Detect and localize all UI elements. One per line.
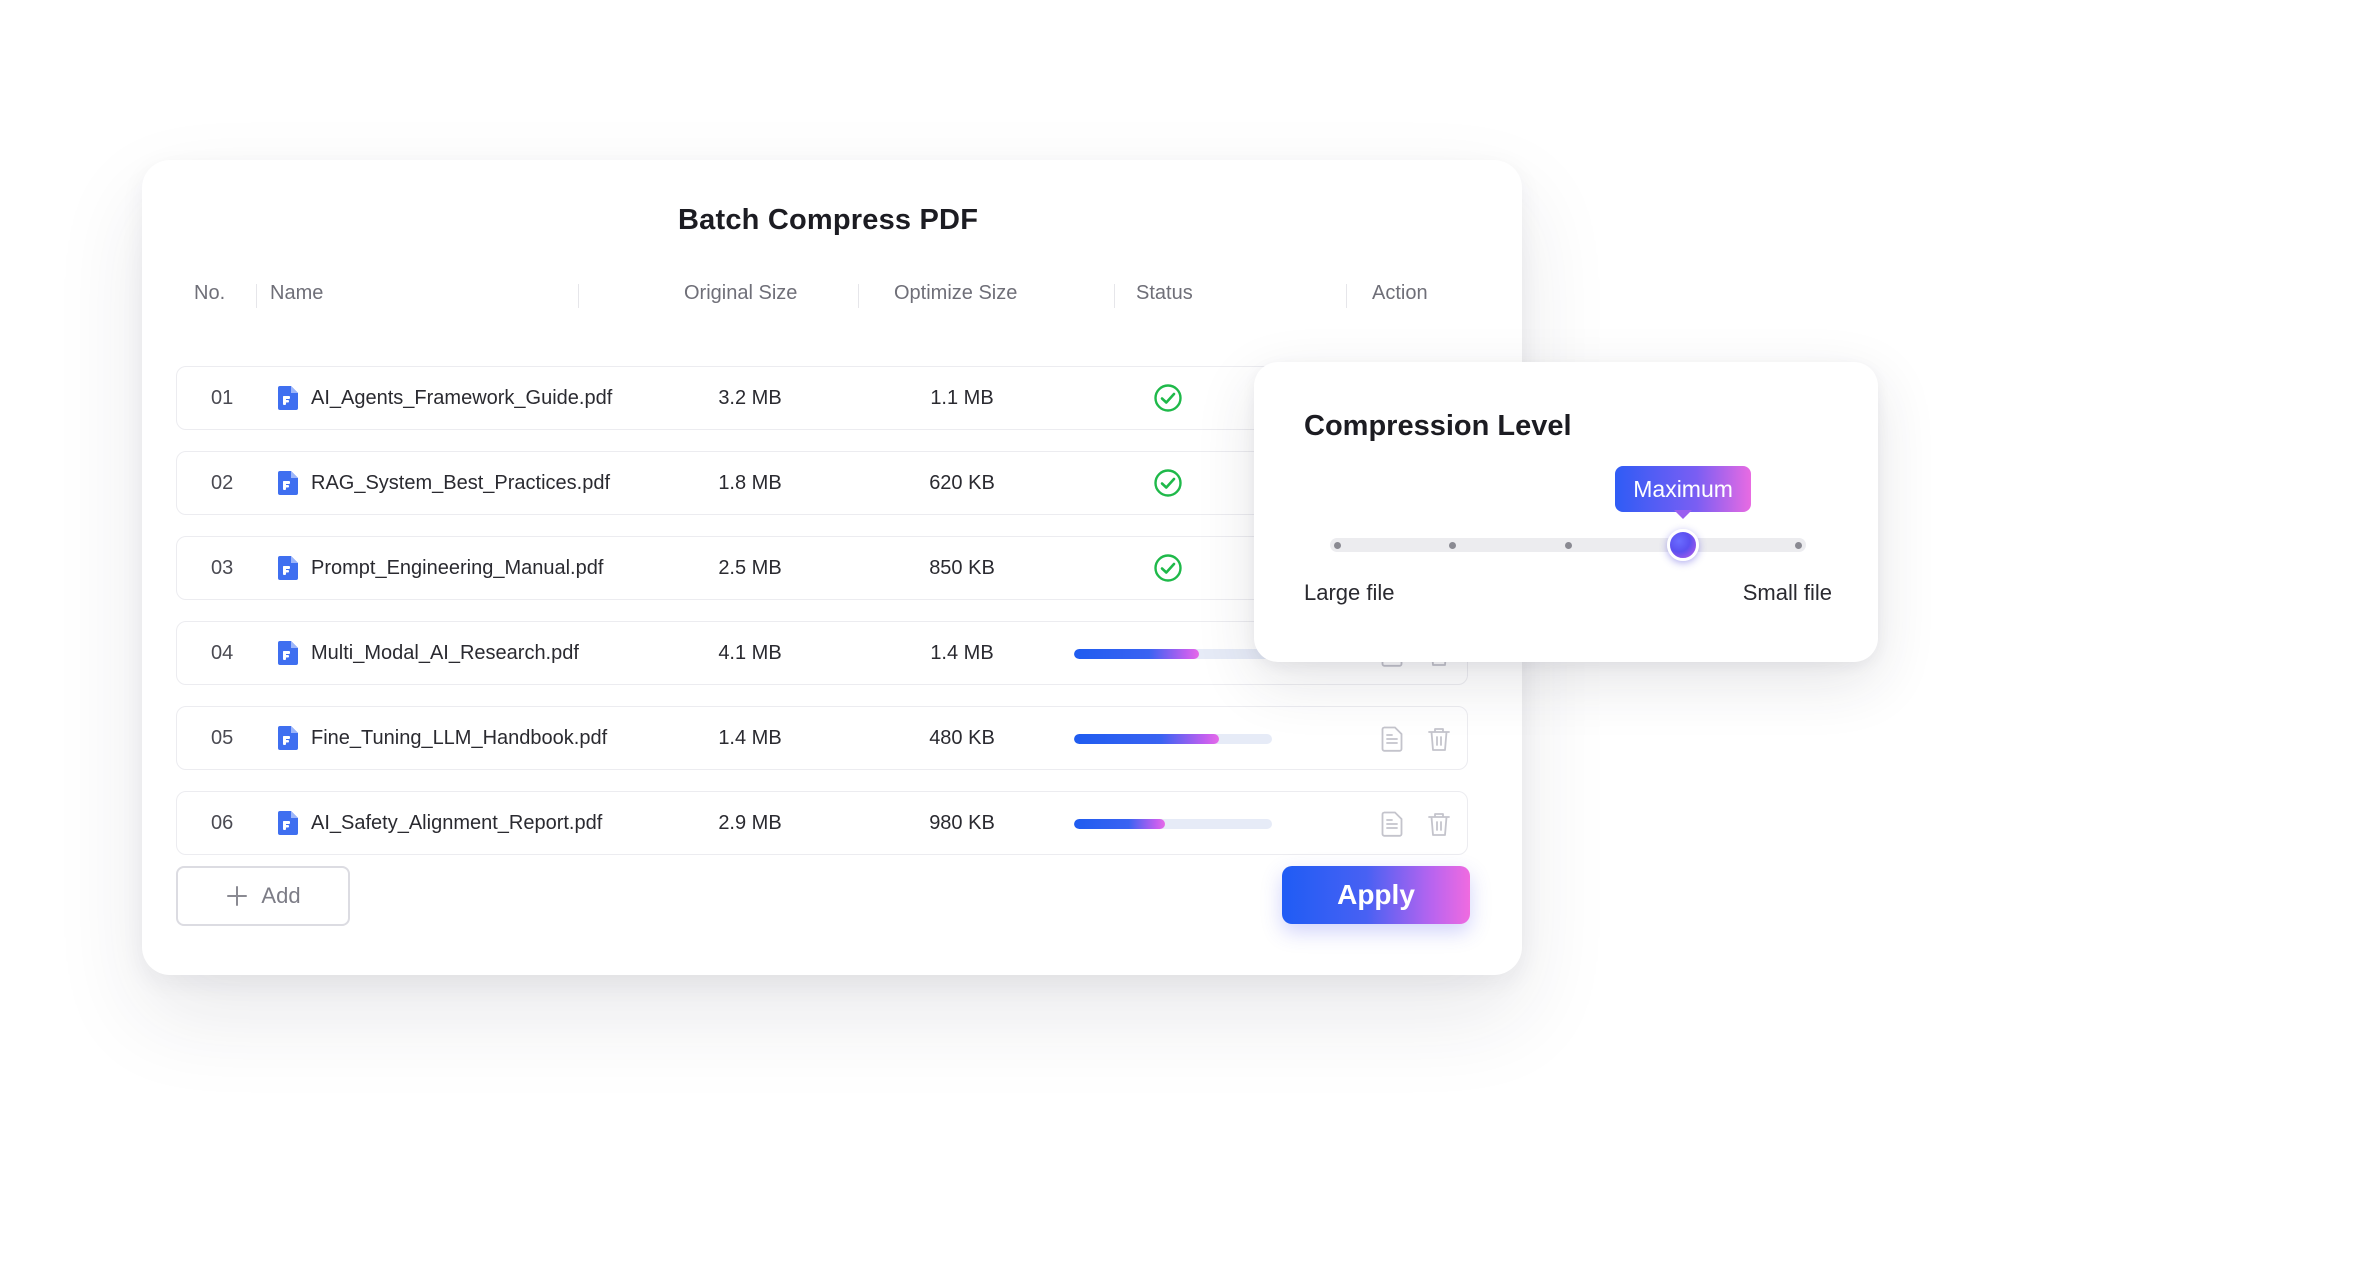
progress-bar [1074,819,1272,829]
file-name: Prompt_Engineering_Manual.pdf [311,556,604,579]
table-header: No. Name Original Size Optimize Size Sta… [142,278,1522,314]
original-size: 4.1 MB [718,642,782,664]
tooltip-arrow [1674,510,1693,519]
file-name: Fine_Tuning_LLM_Handbook.pdf [311,726,608,749]
slider-tick[interactable] [1564,542,1572,549]
original-size: 1.4 MB [718,727,782,749]
header-divider [256,284,257,308]
optimize-size: 480 KB [929,727,995,749]
original-size: 1.8 MB [718,472,782,494]
header-status: Status [1136,282,1193,304]
row-number: 05 [211,727,234,749]
header-original-size: Original Size [684,282,798,304]
header-name: Name [270,282,324,304]
row-number: 01 [211,387,234,409]
header-divider [858,284,859,308]
row-number: 03 [211,557,234,579]
stage: Batch Compress PDF No. Name Original Siz… [0,0,2370,1286]
file-name: AI_Agents_Framework_Guide.pdf [311,386,613,409]
slider-knob[interactable] [1667,529,1700,561]
slider-max-label: Small file [1742,580,1832,605]
file-name-cell: Multi_Modal_AI_Research.pdf [277,640,579,666]
file-name: RAG_System_Best_Practices.pdf [311,471,611,494]
row-number: 04 [211,642,234,664]
document-icon[interactable] [1381,726,1403,758]
header-divider [1346,284,1347,308]
apply-button[interactable]: Apply [1282,866,1470,924]
file-name-cell: Prompt_Engineering_Manual.pdf [277,555,603,581]
check-circle-icon [1153,383,1183,419]
pdf-file-icon [277,640,299,666]
optimize-size: 620 KB [929,472,995,494]
file-name-cell: AI_Safety_Alignment_Report.pdf [277,810,602,836]
compression-level-popover: Compression Level Maximum Large file Sma… [1254,362,1878,662]
pdf-file-icon [277,725,299,751]
pdf-file-icon [277,810,299,836]
trash-icon[interactable] [1427,726,1451,758]
plus-icon [227,886,248,906]
compression-title: Compression Level [1304,410,1572,442]
slider-min-label: Large file [1304,580,1395,605]
add-button-label: Add [261,883,301,908]
document-icon[interactable] [1381,811,1403,843]
original-size: 2.5 MB [718,557,782,579]
level-tooltip: Maximum [1615,466,1751,512]
add-button[interactable]: Add [176,866,350,926]
panel-title: Batch Compress PDF [678,204,979,236]
optimize-size: 1.1 MB [930,387,994,409]
progress-fill [1074,649,1199,659]
table-row[interactable]: 05 Fine_Tuning_LLM_Handbook.pdf 1.4 MB 480 … [176,706,1468,770]
optimize-size: 980 KB [929,812,995,834]
slider-tick[interactable] [1449,542,1457,549]
compression-slider[interactable] [1330,529,1806,561]
progress-fill [1074,819,1166,829]
row-number: 06 [211,812,234,834]
progress-bar [1074,734,1272,744]
progress-bar [1074,649,1272,659]
slider-tick[interactable] [1334,542,1341,549]
header-action: Action [1372,282,1428,304]
pdf-file-icon [277,555,299,581]
pdf-file-icon [277,470,299,496]
header-optimize-size: Optimize Size [894,282,1018,304]
file-name: Multi_Modal_AI_Research.pdf [311,641,579,664]
trash-icon[interactable] [1427,811,1451,843]
file-name: AI_Safety_Alignment_Report.pdf [311,811,603,834]
optimize-size: 850 KB [929,557,995,579]
original-size: 3.2 MB [718,387,782,409]
original-size: 2.9 MB [718,812,782,834]
table-row[interactable]: 06 AI_Safety_Alignment_Report.pdf 2.9 MB 98… [176,791,1468,855]
pdf-file-icon [277,385,299,411]
file-name-cell: AI_Agents_Framework_Guide.pdf [277,385,612,411]
slider-tick[interactable] [1795,542,1802,549]
check-circle-icon [1153,468,1183,504]
optimize-size: 1.4 MB [930,642,994,664]
file-name-cell: RAG_System_Best_Practices.pdf [277,470,610,496]
file-name-cell: Fine_Tuning_LLM_Handbook.pdf [277,725,607,751]
header-divider [578,284,579,308]
header-no: No. [194,282,226,304]
row-number: 02 [211,472,234,494]
progress-fill [1074,734,1219,744]
header-divider [1114,284,1115,308]
check-circle-icon [1153,553,1183,589]
